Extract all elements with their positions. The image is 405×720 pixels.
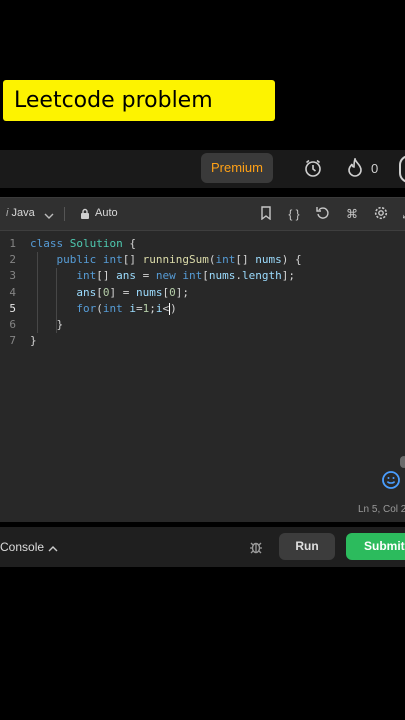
braces-icon[interactable]: { }	[286, 206, 302, 222]
code-line: 2 public int[] runningSum(int[] nums) {	[0, 252, 405, 268]
line-number: 2	[9, 253, 16, 267]
reset-icon[interactable]	[315, 206, 331, 222]
line-number: 7	[9, 334, 16, 348]
fire-icon[interactable]	[347, 156, 363, 183]
banner-text: Leetcode problem 1480	[14, 88, 213, 154]
italic-i-icon: i	[6, 207, 9, 219]
line-number: 1	[9, 237, 16, 250]
line-number: 4	[9, 285, 16, 299]
cursor-position: Ln 5, Col 2	[358, 504, 405, 515]
bottom-action-bar: Console Run Submit	[0, 527, 405, 567]
command-icon[interactable]: ⌘	[344, 206, 360, 222]
code-line: 5 for(int i=1;i<)	[0, 301, 405, 317]
chevron-down-icon[interactable]	[44, 208, 54, 226]
code-editor[interactable]: iJava Auto { } ⌘ ⤢ 1class Solution { 2 p…	[0, 197, 405, 522]
gear-icon[interactable]	[373, 206, 389, 222]
clock-icon[interactable]	[304, 159, 322, 182]
line-number: 6	[9, 317, 16, 331]
console-toggle[interactable]: Console	[0, 540, 44, 554]
code-line: 4 ans[0] = nums[0];	[0, 285, 405, 301]
line-number: 5	[9, 301, 16, 315]
streak-count: 0	[371, 161, 379, 176]
run-button[interactable]: Run	[279, 533, 335, 560]
avatar[interactable]	[399, 155, 405, 183]
expand-icon[interactable]: ⤢	[399, 206, 405, 222]
code-line: 6 }	[0, 317, 405, 333]
toolbar-divider	[64, 207, 65, 221]
submit-button[interactable]: Submit	[346, 533, 405, 560]
code-line: 1 class Solution {	[0, 236, 405, 252]
feedback-icon[interactable]	[381, 470, 401, 495]
editor-toolbar: iJava Auto { } ⌘ ⤢	[0, 198, 405, 231]
lock-icon	[80, 207, 90, 225]
code-area[interactable]: 1 class Solution { 2 public int[] running…	[0, 236, 405, 349]
chevron-up-icon[interactable]	[48, 541, 58, 559]
scrollbar-thumb[interactable]	[400, 456, 405, 468]
language-selector[interactable]: i Java	[6, 207, 35, 219]
bug-icon[interactable]	[248, 539, 264, 560]
code-line: 7}	[0, 333, 405, 349]
top-navbar: Premium 0	[0, 150, 405, 188]
language-label: Java	[11, 207, 35, 219]
auto-mode-label[interactable]: Auto	[95, 207, 118, 219]
premium-button[interactable]: Premium	[201, 153, 273, 183]
bookmark-icon[interactable]	[258, 206, 274, 222]
line-number: 3	[9, 269, 16, 283]
code-line: 3 int[] ans = new int[nums.length];	[0, 268, 405, 284]
title-banner: Leetcode problem 1480	[3, 80, 275, 154]
